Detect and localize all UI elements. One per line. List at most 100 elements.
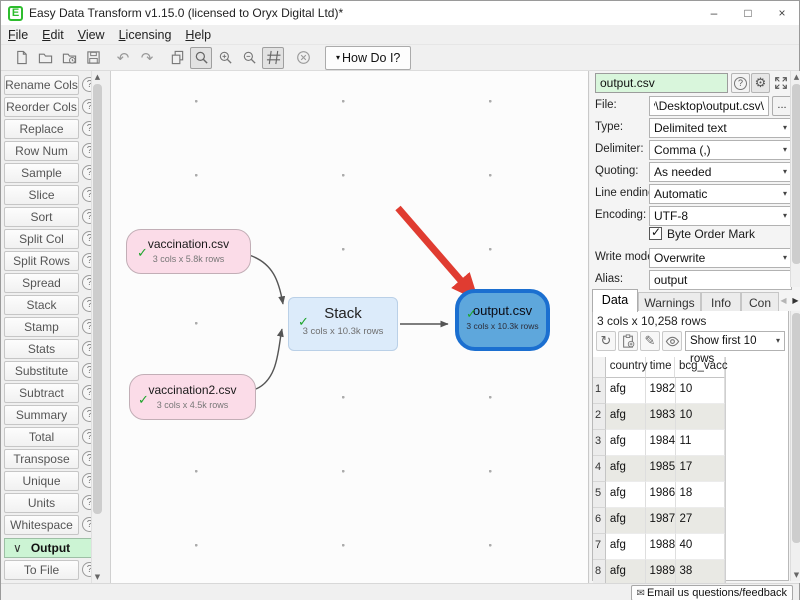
view-button[interactable] — [662, 331, 682, 351]
menu-view[interactable]: View — [71, 26, 112, 44]
sidebar-item-summary[interactable]: Summary — [4, 405, 79, 425]
quoting-select[interactable]: As needed▾ — [649, 162, 792, 182]
sidebar-item-subtract[interactable]: Subtract — [4, 383, 79, 403]
sidebar-item-total[interactable]: Total — [4, 427, 79, 447]
node-vaccination-csv[interactable]: ✓ vaccination.csv 3 cols x 5.8k rows — [126, 229, 251, 274]
open-file-button[interactable] — [34, 47, 56, 69]
menu-help[interactable]: Help — [178, 26, 218, 44]
browse-button[interactable]: ... — [772, 96, 792, 116]
new-file-button[interactable] — [10, 47, 32, 69]
duplicate-button[interactable] — [166, 47, 188, 69]
sidebar-item-reorder-cols[interactable]: Reorder Cols — [4, 97, 79, 117]
panel-scrollbar[interactable]: ▲ — [790, 71, 800, 287]
table-row[interactable]: 5 afg 1986 18 — [593, 482, 725, 508]
tab-scroll-left-icon[interactable]: ◀ — [778, 292, 789, 310]
tab-info[interactable]: Info — [701, 292, 741, 312]
sidebar-item-row-num[interactable]: Row Num — [4, 141, 79, 161]
search-button[interactable] — [190, 47, 212, 69]
sidebar-item-units[interactable]: Units — [4, 493, 79, 513]
sidebar-item-substitute[interactable]: Substitute — [4, 361, 79, 381]
tab-scroll-right-icon[interactable]: ▶ — [790, 292, 800, 310]
menu-licensing[interactable]: Licensing — [112, 26, 179, 44]
panel-settings-button[interactable]: ⚙ — [751, 73, 770, 93]
row-number: 2 — [593, 404, 606, 430]
sidebar-item-stats[interactable]: Stats — [4, 339, 79, 359]
scroll-down-icon[interactable]: ▼ — [92, 571, 103, 583]
sidebar-item-whitespace[interactable]: Whitespace — [4, 515, 79, 535]
sidebar-item-split-rows[interactable]: Split Rows — [4, 251, 79, 271]
table-row[interactable]: 2 afg 1983 10 — [593, 404, 725, 430]
sidebar-item-unique[interactable]: Unique — [4, 471, 79, 491]
sidebar-section-output[interactable]: ∨ Output — [4, 538, 97, 558]
scroll-up-icon[interactable]: ▲ — [92, 71, 103, 83]
table-scrollbar[interactable]: ▼ — [790, 311, 800, 581]
scroll-down-icon[interactable]: ▼ — [791, 569, 800, 581]
table-row[interactable]: 6 afg 1987 27 — [593, 508, 725, 534]
sidebar-item-spread[interactable]: Spread — [4, 273, 79, 293]
scrollbar-thumb[interactable] — [792, 84, 800, 264]
line-endings-select[interactable]: Automatic▾ — [649, 184, 792, 204]
sidebar-item-slice[interactable]: Slice — [4, 185, 79, 205]
alias-input[interactable] — [649, 270, 792, 290]
sidebar-item-stack[interactable]: Stack — [4, 295, 79, 315]
menu-edit[interactable]: Edit — [35, 26, 71, 44]
file-path-input[interactable] — [649, 96, 769, 116]
maximize-button[interactable]: □ — [731, 2, 765, 24]
node-output-csv-selected[interactable]: ✓ output.csv 3 cols x 10.3k rows — [455, 289, 550, 351]
column-header-time[interactable]: time — [646, 357, 675, 378]
sidebar-item-sample[interactable]: Sample — [4, 163, 79, 183]
sidebar-item-sort[interactable]: Sort — [4, 207, 79, 227]
node-stack[interactable]: ✓ Stack 3 cols x 10.3k rows — [288, 297, 398, 351]
scrollbar-thumb[interactable] — [93, 84, 102, 514]
zoom-in-button[interactable] — [214, 47, 236, 69]
panel-expand-button[interactable] — [771, 73, 790, 93]
table-row[interactable]: 4 afg 1985 17 — [593, 456, 725, 482]
sidebar-item-rename-cols[interactable]: Rename Cols — [4, 75, 79, 95]
refresh-button[interactable]: ↻ — [596, 331, 616, 351]
redo-button[interactable]: ↷ — [136, 47, 158, 69]
edit-button[interactable]: ✎ — [640, 331, 660, 351]
zoom-out-button[interactable] — [238, 47, 260, 69]
table-row[interactable]: 1 afg 1982 10 — [593, 378, 725, 404]
sidebar-item-transpose[interactable]: Transpose — [4, 449, 79, 469]
byte-order-mark-checkbox[interactable]: ✓ — [649, 227, 662, 240]
delimiter-select[interactable]: Comma (,)▾ — [649, 140, 792, 160]
table-row[interactable]: 7 afg 1988 40 — [593, 534, 725, 560]
cancel-button[interactable] — [292, 47, 314, 69]
type-select[interactable]: Delimited text▾ — [649, 118, 792, 138]
sidebar-item-replace[interactable]: Replace — [4, 119, 79, 139]
node-name-input[interactable] — [595, 73, 728, 93]
grid-snap-button[interactable] — [262, 47, 284, 69]
node-vaccination2-csv[interactable]: ✓ vaccination2.csv 3 cols x 4.5k rows — [129, 374, 256, 420]
scrollbar-thumb[interactable] — [792, 313, 800, 543]
email-feedback-button[interactable]: ✉Email us questions/feedback — [631, 585, 793, 600]
panel-help-button[interactable]: ? — [731, 73, 750, 93]
scroll-up-icon[interactable]: ▲ — [791, 71, 800, 83]
tab-data[interactable]: Data — [592, 289, 638, 312]
encoding-select[interactable]: UTF-8▾ — [649, 206, 792, 226]
tab-warnings[interactable]: Warnings — [638, 292, 701, 312]
check-icon: ✓ — [466, 307, 477, 322]
flow-canvas[interactable]: ✓ vaccination.csv 3 cols x 5.8k rows ✓ v… — [111, 71, 589, 583]
show-rows-select[interactable]: Show first 10 rows▾ — [685, 331, 785, 351]
write-mode-select[interactable]: Overwrite▾ — [649, 248, 792, 268]
menu-file[interactable]: File — [1, 26, 35, 44]
undo-button[interactable]: ↶ — [112, 47, 134, 69]
cell: afg — [606, 430, 646, 456]
tab-comments[interactable]: Con — [741, 292, 779, 312]
save-button[interactable] — [82, 47, 104, 69]
zoom-in-icon — [218, 50, 233, 65]
sidebar-item-to-file[interactable]: To File — [4, 560, 79, 580]
sidebar-scrollbar[interactable]: ▲ ▼ — [91, 71, 102, 583]
table-row[interactable]: 3 afg 1984 11 — [593, 430, 725, 456]
sidebar-item-stamp[interactable]: Stamp — [4, 317, 79, 337]
minimize-button[interactable]: – — [697, 2, 731, 24]
close-button[interactable]: × — [765, 2, 799, 24]
sidebar-item-split-col[interactable]: Split Col — [4, 229, 79, 249]
copy-to-clipboard-button[interactable] — [618, 331, 638, 351]
open-recent-button[interactable] — [58, 47, 80, 69]
column-header-country[interactable]: country — [606, 357, 646, 378]
type-label: Type: — [595, 121, 623, 133]
column-header-bcg-vacc[interactable]: bcg_vacc — [675, 357, 725, 378]
how-do-i-button[interactable]: ▾ How Do I? — [325, 46, 411, 70]
